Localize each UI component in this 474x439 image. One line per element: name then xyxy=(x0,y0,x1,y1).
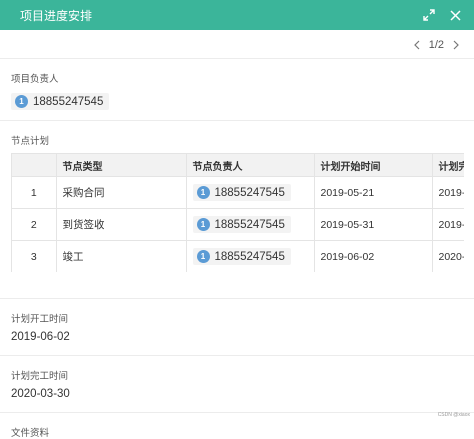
plan-section: 节点计划 xyxy=(0,121,474,147)
pager: 1/2 xyxy=(0,34,474,56)
row-index: 3 xyxy=(12,241,56,273)
planned-end: 2019-0 xyxy=(432,177,464,209)
owner-label: 项目负责人 xyxy=(11,71,463,85)
node-type: 采购合同 xyxy=(56,177,186,209)
planned-start: 2019-05-21 xyxy=(314,177,432,209)
owner-phone: 18855247545 xyxy=(33,96,103,108)
planned-finish-value: 2020-03-30 xyxy=(11,388,463,400)
divider xyxy=(0,412,474,413)
planned-finish-label: 计划完工时间 xyxy=(11,368,463,382)
documents-label: 文件资料 xyxy=(11,425,463,439)
node-type: 到货签收 xyxy=(56,209,186,241)
avatar: 1 xyxy=(197,218,210,231)
column-header-end: 计划完成时间 xyxy=(432,154,464,177)
node-owner: 1 18855247545 xyxy=(186,177,314,209)
table-row: 3 竣工 1 18855247545 2019-06-02 2020-0 xyxy=(12,241,464,273)
owner-phone: 18855247545 xyxy=(215,187,285,199)
watermark: CSDN @xiaox xyxy=(438,412,470,418)
prev-page-icon[interactable] xyxy=(411,38,423,52)
dialog-title: 项目进度安排 xyxy=(20,7,412,24)
owner-chip[interactable]: 1 18855247545 xyxy=(193,216,291,233)
next-page-icon[interactable] xyxy=(450,38,462,52)
planned-start: 2019-06-02 xyxy=(314,241,432,273)
owner-chip[interactable]: 1 18855247545 xyxy=(193,184,291,201)
page-indicator: 1/2 xyxy=(429,39,444,51)
divider xyxy=(0,298,474,299)
close-icon[interactable] xyxy=(446,6,464,24)
documents-field: 文件资料 xyxy=(0,425,474,439)
planned-end: 2020-0 xyxy=(432,241,464,273)
node-type: 竣工 xyxy=(56,241,186,273)
column-header-index xyxy=(12,154,56,177)
dialog-titlebar: 项目进度安排 xyxy=(0,0,474,30)
owner-chip[interactable]: 1 18855247545 xyxy=(11,93,109,110)
avatar: 1 xyxy=(15,95,28,108)
owner-phone: 18855247545 xyxy=(215,251,285,263)
plan-table-container[interactable]: 节点类型 节点负责人 计划开始时间 计划完成时间 1 采购合同 1 188552… xyxy=(11,153,464,272)
owner-chip[interactable]: 1 18855247545 xyxy=(193,248,291,265)
planned-start-label: 计划开工时间 xyxy=(11,311,463,325)
plan-table: 节点类型 节点负责人 计划开始时间 计划完成时间 1 采购合同 1 188552… xyxy=(12,154,464,272)
node-owner: 1 18855247545 xyxy=(186,241,314,273)
divider xyxy=(0,355,474,356)
table-header-row: 节点类型 节点负责人 计划开始时间 计划完成时间 xyxy=(12,154,464,177)
row-index: 2 xyxy=(12,209,56,241)
table-row: 1 采购合同 1 18855247545 2019-05-21 2019-0 xyxy=(12,177,464,209)
column-header-start: 计划开始时间 xyxy=(314,154,432,177)
row-index: 1 xyxy=(12,177,56,209)
owner-phone: 18855247545 xyxy=(215,219,285,231)
table-row: 2 到货签收 1 18855247545 2019-05-31 2019-0 xyxy=(12,209,464,241)
plan-label: 节点计划 xyxy=(11,133,463,147)
planned-start-value: 2019-06-02 xyxy=(11,331,463,343)
avatar: 1 xyxy=(197,250,210,263)
expand-icon[interactable] xyxy=(420,6,438,24)
node-owner: 1 18855247545 xyxy=(186,209,314,241)
column-header-type: 节点类型 xyxy=(56,154,186,177)
planned-end: 2019-0 xyxy=(432,209,464,241)
owner-section: 项目负责人 1 18855247545 xyxy=(0,59,474,120)
planned-finish-field: 计划完工时间 2020-03-30 xyxy=(0,368,474,400)
column-header-owner: 节点负责人 xyxy=(186,154,314,177)
planned-start-field: 计划开工时间 2019-06-02 xyxy=(0,311,474,343)
planned-start: 2019-05-31 xyxy=(314,209,432,241)
avatar: 1 xyxy=(197,186,210,199)
